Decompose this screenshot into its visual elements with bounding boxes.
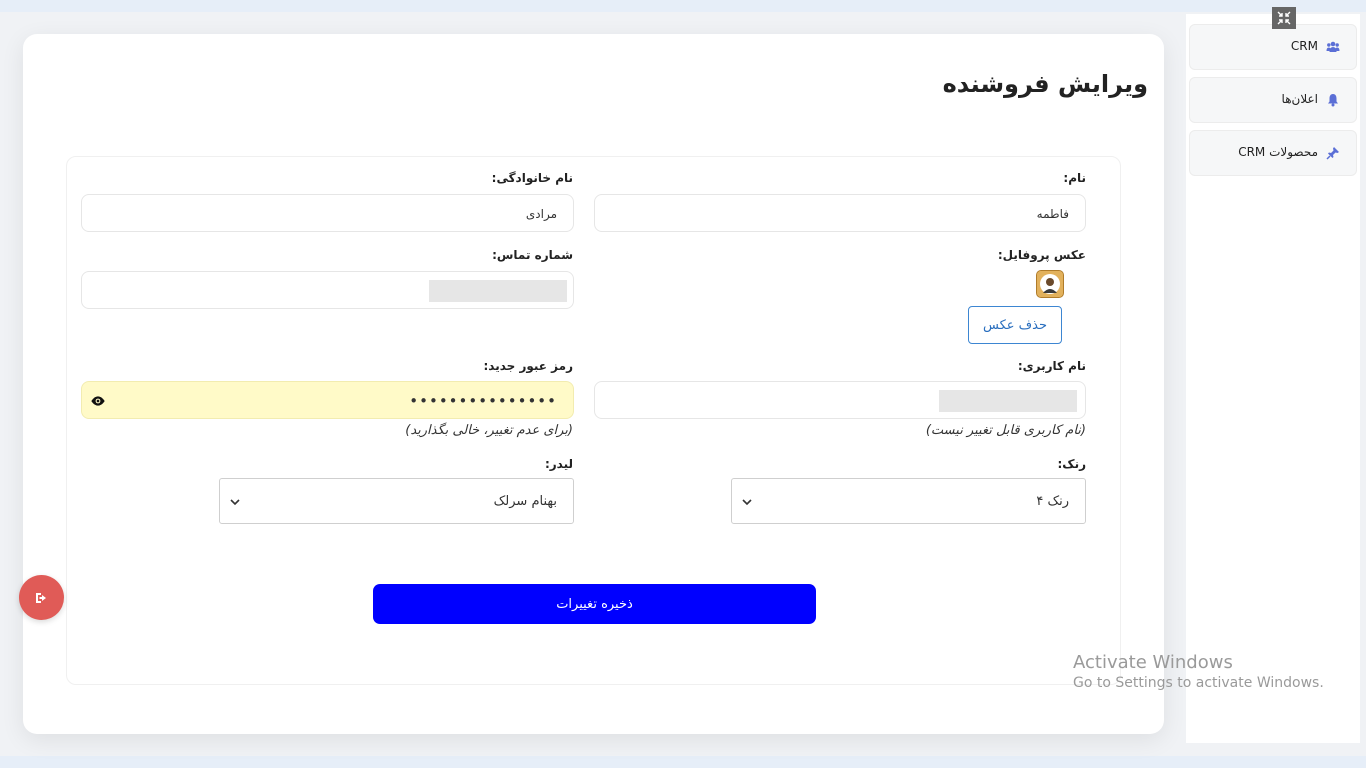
- password-label: رمز عبور جدید:: [483, 359, 573, 373]
- leader-selected-value: بهنام سرلک: [493, 494, 557, 509]
- bell-icon: [1328, 94, 1338, 107]
- phone-label: شماره تماس:: [492, 248, 573, 262]
- rank-label: رنک:: [1057, 457, 1087, 471]
- username-masked-value: [939, 390, 1077, 412]
- sidebar-item-crm-products[interactable]: محصولات CRM: [1189, 130, 1357, 176]
- sidebar-item-label: CRM: [1290, 39, 1318, 53]
- phone-masked-value: [429, 280, 567, 302]
- last-name-label: نام خانوادگی:: [491, 171, 573, 185]
- password-value: •••••••••••••••: [409, 392, 557, 410]
- last-name-value: مرادی: [525, 207, 557, 221]
- rank-chevron-down-icon: [742, 499, 752, 506]
- save-changes-button[interactable]: ذخیره تغییرات: [373, 584, 816, 624]
- leader-select[interactable]: بهنام سرلک: [219, 478, 574, 524]
- sidebar: CRM اعلان‌ها محصولات CRM: [1186, 14, 1360, 743]
- watermark-subtitle: Go to Settings to activate Windows.: [1073, 675, 1324, 691]
- username-input[interactable]: [594, 381, 1086, 419]
- collapse-fullscreen-button[interactable]: [1272, 7, 1296, 29]
- rank-select[interactable]: رنک ۴: [731, 478, 1086, 524]
- sidebar-item-notifications[interactable]: اعلان‌ها: [1189, 77, 1357, 123]
- first-name-label: نام:: [1063, 171, 1086, 185]
- username-hint: (نام کاربری قابل تغییر نیست): [925, 423, 1086, 438]
- bottom-strip: [0, 756, 1366, 768]
- delete-photo-button[interactable]: حذف عکس: [968, 306, 1062, 344]
- users-icon: [1326, 41, 1340, 52]
- avatar-image-icon: [1037, 271, 1063, 297]
- logout-button[interactable]: [19, 575, 64, 620]
- show-password-eye-icon[interactable]: [90, 394, 106, 408]
- leader-chevron-down-icon: [230, 499, 240, 506]
- password-input[interactable]: •••••••••••••••: [81, 381, 574, 419]
- username-label: نام کاربری:: [1017, 359, 1086, 373]
- top-strip: [0, 0, 1366, 12]
- rank-selected-value: رنک ۴: [1036, 494, 1069, 509]
- phone-input[interactable]: [81, 271, 574, 309]
- profile-photo-label: عکس پروفایل:: [997, 248, 1086, 262]
- first-name-value: فاطمه: [1036, 207, 1069, 221]
- watermark-title: Activate Windows: [1073, 652, 1233, 673]
- page-title: ویرایش فروشنده: [942, 70, 1148, 98]
- sidebar-item-crm[interactable]: CRM: [1189, 24, 1357, 70]
- first-name-input[interactable]: فاطمه: [594, 194, 1086, 232]
- profile-photo-thumbnail: [1036, 270, 1064, 298]
- collapse-arrows-icon: [1277, 11, 1291, 25]
- sidebar-item-label: محصولات CRM: [1238, 145, 1318, 159]
- logout-icon: [35, 592, 46, 603]
- windows-activation-watermark: Activate Windows Go to Settings to activ…: [1073, 652, 1324, 691]
- password-hint: (برای عدم تغییر، خالی بگذارید): [405, 423, 573, 438]
- last-name-input[interactable]: مرادی: [81, 194, 574, 232]
- sidebar-item-label: اعلان‌ها: [1281, 92, 1318, 106]
- leader-label: لیدر:: [544, 457, 573, 471]
- pin-icon: [1326, 147, 1339, 160]
